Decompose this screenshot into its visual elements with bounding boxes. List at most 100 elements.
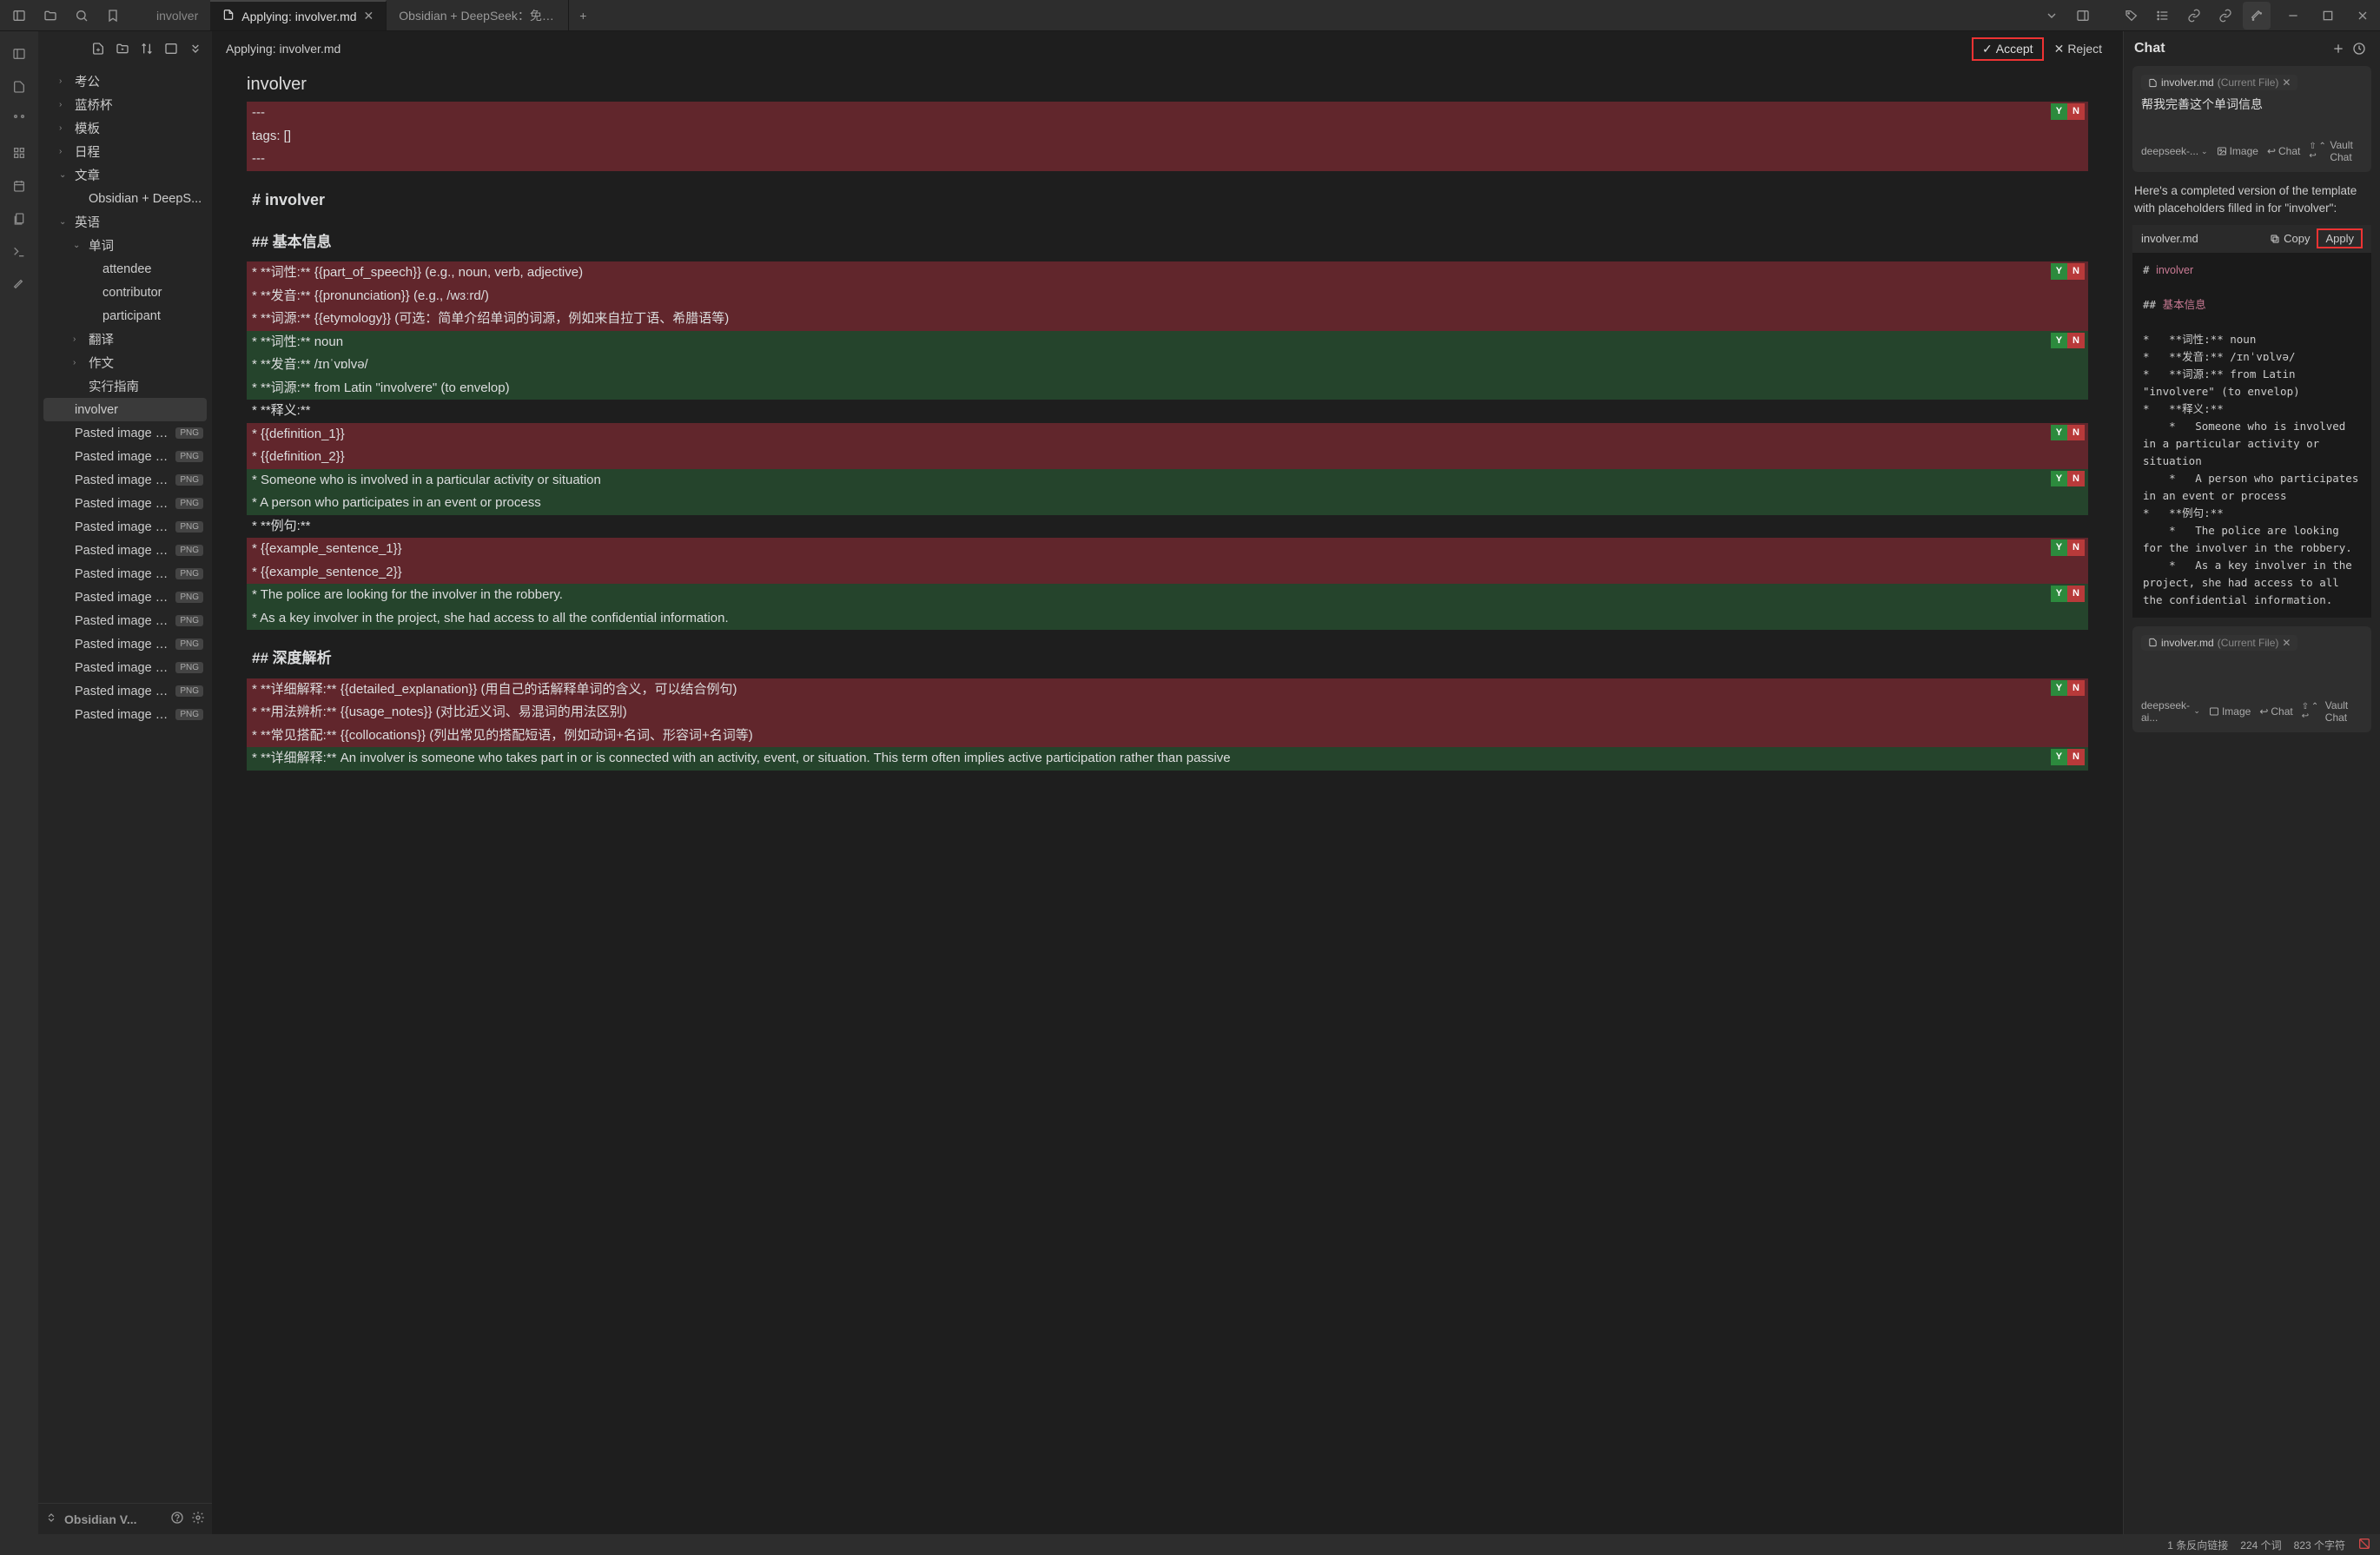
tab-active[interactable]: Applying: involver.md ✕ [210,0,387,30]
file-item[interactable]: Pasted image 2...PNG [43,515,207,539]
reject-hunk[interactable]: N [2067,680,2085,697]
accept-hunk[interactable]: Y [2051,749,2067,765]
reject-hunk[interactable]: N [2067,749,2085,765]
file-item[interactable]: attendee [43,257,207,281]
vault-name[interactable]: Obsidian V... [64,1512,163,1526]
new-tab-button[interactable]: + [569,0,597,30]
file-item[interactable]: Pasted image 2...PNG [43,586,207,609]
maximize-button[interactable] [2311,0,2345,31]
chat-mode[interactable]: ↩ Chat [2267,145,2300,157]
help-icon[interactable] [170,1511,184,1527]
apply-button[interactable]: Apply [2317,228,2363,248]
char-count[interactable]: 823 个字符 [2294,1538,2345,1552]
file-item[interactable]: Obsidian + DeepS... [43,187,207,210]
chip-close-icon[interactable]: ✕ [2282,76,2291,89]
tab-inactive[interactable]: Obsidian + DeepSeek：免费 A... [387,0,569,30]
folder-item[interactable]: ⌄单词 [43,234,207,257]
file-item[interactable]: Pasted image 2...PNG [43,421,207,445]
minimize-button[interactable] [2276,0,2311,31]
reject-hunk[interactable]: N [2067,586,2085,602]
accept-hunk[interactable]: Y [2051,425,2067,441]
link2-icon[interactable] [2211,2,2239,30]
sort-icon[interactable] [136,37,158,60]
accept-hunk[interactable]: Y [2051,471,2067,487]
accept-hunk[interactable]: Y [2051,680,2067,697]
reject-hunk[interactable]: N [2067,103,2085,120]
reject-hunk[interactable]: N [2067,425,2085,441]
graph-icon[interactable] [7,108,31,132]
files-icon[interactable] [7,207,31,231]
folder-icon[interactable] [36,2,64,30]
folder-item[interactable]: ⌄英语 [43,210,207,234]
calendar-icon[interactable] [7,174,31,198]
word-count[interactable]: 224 个词 [2240,1538,2281,1552]
copy-button[interactable]: Copy [2270,232,2310,245]
sidebar-left-icon[interactable] [7,42,31,66]
reject-hunk[interactable]: N [2067,333,2085,349]
file-item[interactable]: Pasted image 2...PNG [43,562,207,586]
file-item[interactable]: participant [43,304,207,328]
file-chip-2[interactable]: involver.md(Current File) ✕ [2141,635,2297,651]
file-item[interactable]: Pasted image 2...PNG [43,468,207,492]
close-icon[interactable]: ✕ [364,9,374,23]
folder-item[interactable]: ›作文 [43,351,207,374]
quick-switcher-icon[interactable] [7,75,31,99]
accept-hunk[interactable]: Y [2051,263,2067,280]
file-item[interactable]: Pasted image 2...PNG [43,703,207,726]
vault-chat-mode-2[interactable]: ⇧ ⌃ ↩ Vault Chat [2302,699,2363,724]
sync-error-icon[interactable] [2357,1537,2371,1553]
bookmark-icon[interactable] [99,2,127,30]
file-item[interactable]: involver [43,398,207,421]
file-item[interactable]: Pasted image 2...PNG [43,656,207,679]
chip-close-icon[interactable]: ✕ [2282,637,2291,649]
wand2-icon[interactable] [7,273,31,297]
vault-chat-mode[interactable]: ⇧ ⌃ ↩ Vault Chat [2309,139,2363,163]
chat-mode-2[interactable]: ↩ Chat [2259,705,2292,718]
new-folder-icon[interactable] [111,37,134,60]
reject-hunk[interactable]: N [2067,539,2085,556]
add-chat-icon[interactable] [2328,38,2349,59]
file-item[interactable]: Pasted image 2...PNG [43,679,207,703]
tab-file-name[interactable]: involver [144,0,210,30]
list-icon[interactable] [2149,2,2177,30]
folder-item[interactable]: ›考公 [43,69,207,93]
terminal-icon[interactable] [7,240,31,264]
close-button[interactable] [2345,0,2380,31]
accept-hunk[interactable]: Y [2051,103,2067,120]
settings-icon[interactable] [191,1511,205,1527]
collapse-icon[interactable] [160,37,182,60]
image-button[interactable]: Image [2217,145,2258,157]
backlinks-count[interactable]: 1 条反向链接 [2167,1538,2228,1552]
accept-hunk[interactable]: Y [2051,539,2067,556]
folder-item[interactable]: ›蓝桥杯 [43,93,207,116]
folder-item[interactable]: ›模板 [43,116,207,140]
split-icon[interactable] [2069,2,2097,30]
folder-item[interactable]: ⌄文章 [43,163,207,187]
new-note-icon[interactable] [87,37,109,60]
model-selector[interactable]: deepseek-... ⌄ [2141,145,2208,157]
folder-item[interactable]: ›翻译 [43,328,207,351]
tag-icon[interactable] [2118,2,2145,30]
file-item[interactable]: Pasted image 2...PNG [43,609,207,632]
file-item[interactable]: Pasted image 2...PNG [43,539,207,562]
reject-button[interactable]: ✕Reject [2047,39,2109,59]
file-item[interactable]: 实行指南 [43,374,207,398]
link-icon[interactable] [2180,2,2208,30]
file-item[interactable]: contributor [43,281,207,304]
accept-hunk[interactable]: Y [2051,586,2067,602]
image-button-2[interactable]: Image [2209,705,2251,718]
reject-hunk[interactable]: N [2067,471,2085,487]
vault-switcher-icon[interactable] [45,1512,57,1526]
file-chip[interactable]: involver.md(Current File) ✕ [2141,75,2297,90]
chevron-down-icon[interactable] [2038,2,2066,30]
grid-icon[interactable] [7,141,31,165]
file-item[interactable]: Pasted image 2...PNG [43,492,207,515]
file-item[interactable]: Pasted image 2...PNG [43,445,207,468]
accept-hunk[interactable]: Y [2051,333,2067,349]
model-selector-2[interactable]: deepseek-ai... ⌄ [2141,699,2200,724]
sidebar-toggle-icon[interactable] [5,2,33,30]
accept-button[interactable]: ✓Accept [1972,37,2044,61]
file-item[interactable]: Pasted image 2...PNG [43,632,207,656]
search-icon[interactable] [68,2,96,30]
wand-icon[interactable] [2243,2,2271,30]
